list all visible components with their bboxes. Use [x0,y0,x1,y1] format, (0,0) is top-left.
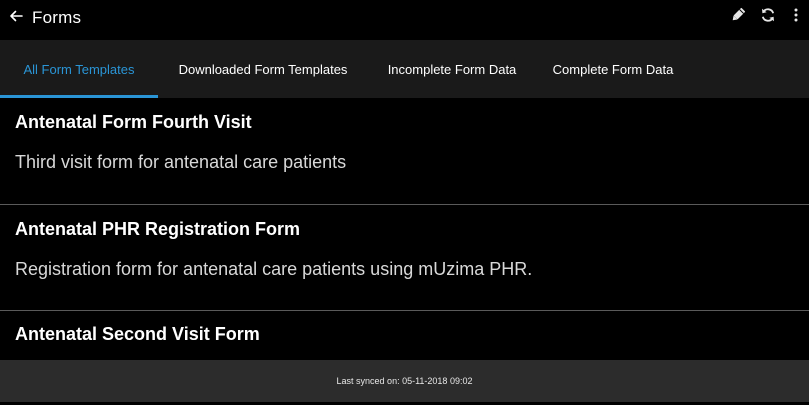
tab-all-form-templates[interactable]: All Form Templates [0,40,158,98]
overflow-menu-button[interactable] [783,0,809,35]
form-description: Third visit form for antenatal care pati… [15,152,347,172]
pencil-icon [730,7,746,28]
last-synced-text: Last synced on: 05-11-2018 09:02 [336,376,473,386]
form-title: Antenatal Second Visit Form [15,324,260,344]
arrow-left-icon [9,7,23,28]
form-title: Antenatal Form Fourth Visit [15,112,252,132]
sync-icon [760,7,776,28]
form-title: Antenatal PHR Registration Form [15,219,301,239]
edit-button[interactable] [723,0,753,35]
action-bar: Forms [0,0,809,35]
form-tabs: All Form Templates Downloaded Form Templ… [0,40,809,98]
tab-downloaded-form-templates[interactable]: Downloaded Form Templates [158,40,366,98]
more-vertical-icon [794,8,798,27]
page-title: Forms [32,7,82,27]
form-description: Registration form for antenatal care pat… [15,259,533,279]
form-template-list: Antenatal Form Fourth Visit Third visit … [0,98,809,360]
list-item[interactable]: Antenatal Form Fourth Visit Third visit … [0,98,809,205]
list-item[interactable]: Antenatal Second Visit Form [0,311,809,360]
forms-screen: Forms All Form Templates Downloaded Form… [0,0,809,405]
back-button[interactable] [0,0,32,35]
action-bar-actions [723,0,809,35]
tab-complete-form-data[interactable]: Complete Form Data [538,40,688,98]
list-item[interactable]: Antenatal PHR Registration Form Registra… [0,205,809,311]
tab-incomplete-form-data[interactable]: Incomplete Form Data [366,40,538,98]
sync-button[interactable] [753,0,783,35]
sync-status-bar: Last synced on: 05-11-2018 09:02 [0,360,809,402]
